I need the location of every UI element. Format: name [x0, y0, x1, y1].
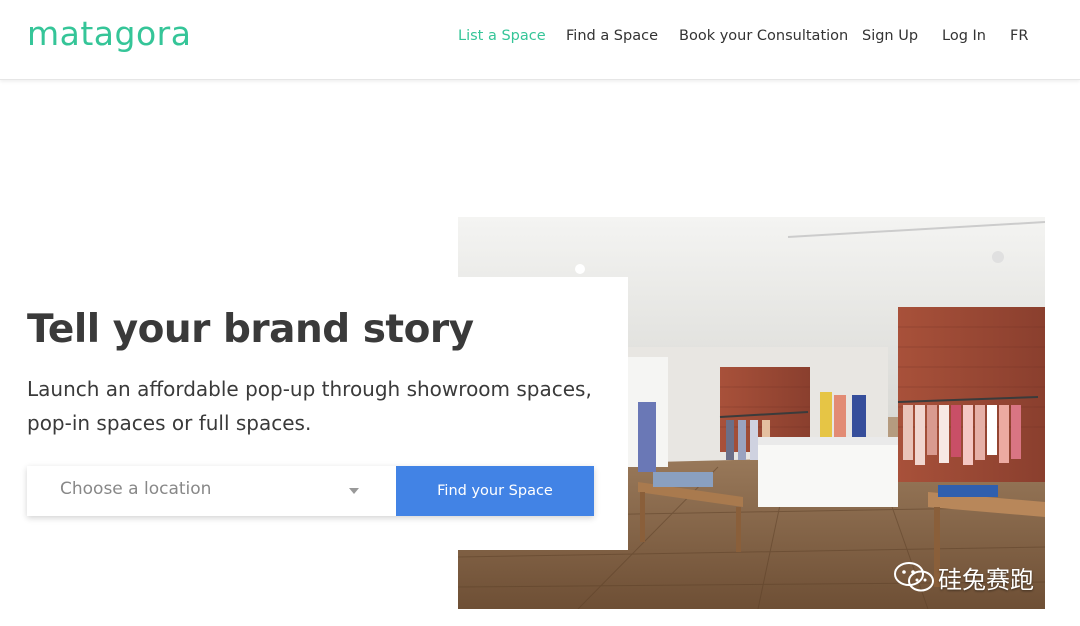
nav-language-fr[interactable]: FR [1010, 28, 1028, 44]
location-select[interactable]: Choose a location [27, 466, 396, 516]
nav-log-in[interactable]: Log In [942, 28, 986, 44]
nav-sign-up[interactable]: Sign Up [862, 28, 918, 44]
wechat-icon [894, 562, 934, 592]
watermark-text: 硅兔赛跑 [938, 565, 1034, 594]
nav-find-a-space[interactable]: Find a Space [566, 28, 658, 44]
nav-book-consultation[interactable]: Book your Consultation [679, 28, 848, 44]
location-search-bar: Choose a location Find your Space [27, 466, 594, 516]
site-header: matagora List a Space Find a Space Book … [0, 0, 1080, 80]
hero-title: Tell your brand story [27, 307, 474, 352]
find-your-space-button[interactable]: Find your Space [396, 466, 594, 516]
nav-list-a-space[interactable]: List a Space [458, 28, 546, 44]
hero-subtitle: Launch an affordable pop-up through show… [27, 377, 592, 435]
logo[interactable]: matagora [27, 14, 191, 53]
location-select-placeholder: Choose a location [60, 479, 212, 499]
watermark: 硅兔赛跑 [892, 560, 1034, 594]
chevron-down-icon[interactable] [349, 488, 359, 494]
